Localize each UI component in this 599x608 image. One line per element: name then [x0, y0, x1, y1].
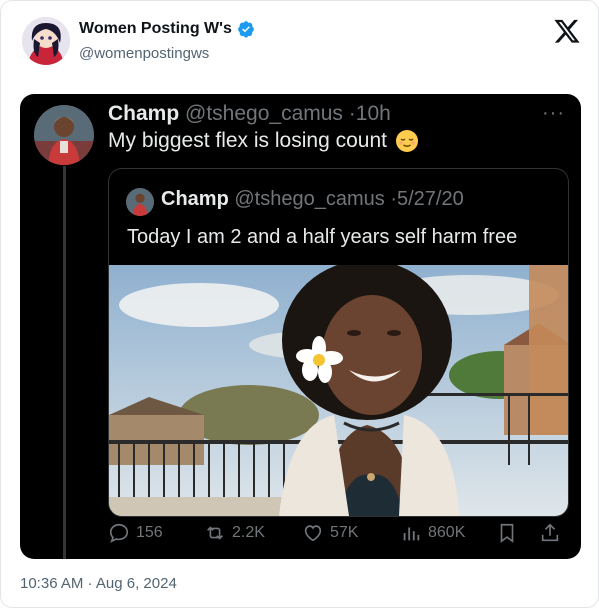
quote-photo[interactable]	[109, 265, 568, 516]
bookmark-button[interactable]	[496, 522, 518, 544]
verified-icon	[237, 20, 255, 38]
embedded-post[interactable]: Champ @tshego_camus ·10h ··· My biggest …	[20, 94, 581, 559]
quoted-post[interactable]: Champ @tshego_camus ·5/27/20 Today I am …	[108, 168, 569, 517]
x-logo-icon[interactable]	[553, 17, 581, 45]
post-header: Champ @tshego_camus ·10h	[108, 102, 391, 126]
reply-button[interactable]: 156	[108, 522, 163, 544]
outer-handle[interactable]: @womenpostingws	[79, 45, 209, 62]
post-handle[interactable]: @tshego_camus	[185, 102, 343, 125]
quote-header: Champ @tshego_camus ·5/27/20	[161, 188, 464, 211]
quote-handle[interactable]: @tshego_camus	[234, 188, 384, 210]
post-time[interactable]: 10h	[356, 102, 391, 125]
quote-display-name[interactable]: Champ	[161, 188, 229, 210]
bookmark-icon	[500, 523, 514, 543]
post-avatar[interactable]	[34, 105, 94, 165]
post-text: My biggest flex is losing count	[108, 129, 419, 153]
repost-count: 2.2K	[232, 524, 265, 541]
more-options-icon[interactable]: ···	[542, 102, 565, 125]
quote-date[interactable]: 5/27/20	[397, 188, 464, 210]
reply-icon	[109, 523, 129, 543]
quote-text: Today I am 2 and a half years self harm …	[127, 226, 518, 248]
post-time-sep: ·	[348, 102, 356, 125]
repost-icon	[207, 526, 223, 540]
outer-display-name[interactable]: Women Posting W's	[79, 20, 255, 38]
views-count: 860K	[428, 524, 466, 541]
action-bar: 156 2.2K 57K 860K	[20, 522, 581, 554]
like-count: 57K	[330, 524, 359, 541]
quote-time-sep: ·	[390, 188, 397, 210]
outer-avatar[interactable]	[22, 17, 70, 65]
views-icon	[403, 527, 420, 541]
outer-name-text[interactable]: Women Posting W's	[79, 20, 232, 38]
relieved-face-emoji-icon	[395, 129, 419, 153]
outer-timestamp[interactable]: 10:36 AM · Aug 6, 2024	[20, 575, 177, 592]
share-icon	[541, 523, 559, 542]
post-text-content: My biggest flex is losing count	[108, 129, 387, 152]
post-display-name[interactable]: Champ	[108, 102, 179, 125]
like-button[interactable]: 57K	[302, 522, 358, 544]
repost-button[interactable]: 2.2K	[204, 522, 265, 544]
share-button[interactable]	[539, 522, 561, 544]
views-button[interactable]: 860K	[400, 522, 465, 544]
thread-line	[63, 166, 66, 559]
reply-count: 156	[136, 524, 163, 541]
tweet-card: Women Posting W's @womenpostingws Champ …	[0, 0, 599, 608]
like-icon	[304, 525, 322, 542]
quote-avatar[interactable]	[126, 188, 154, 216]
